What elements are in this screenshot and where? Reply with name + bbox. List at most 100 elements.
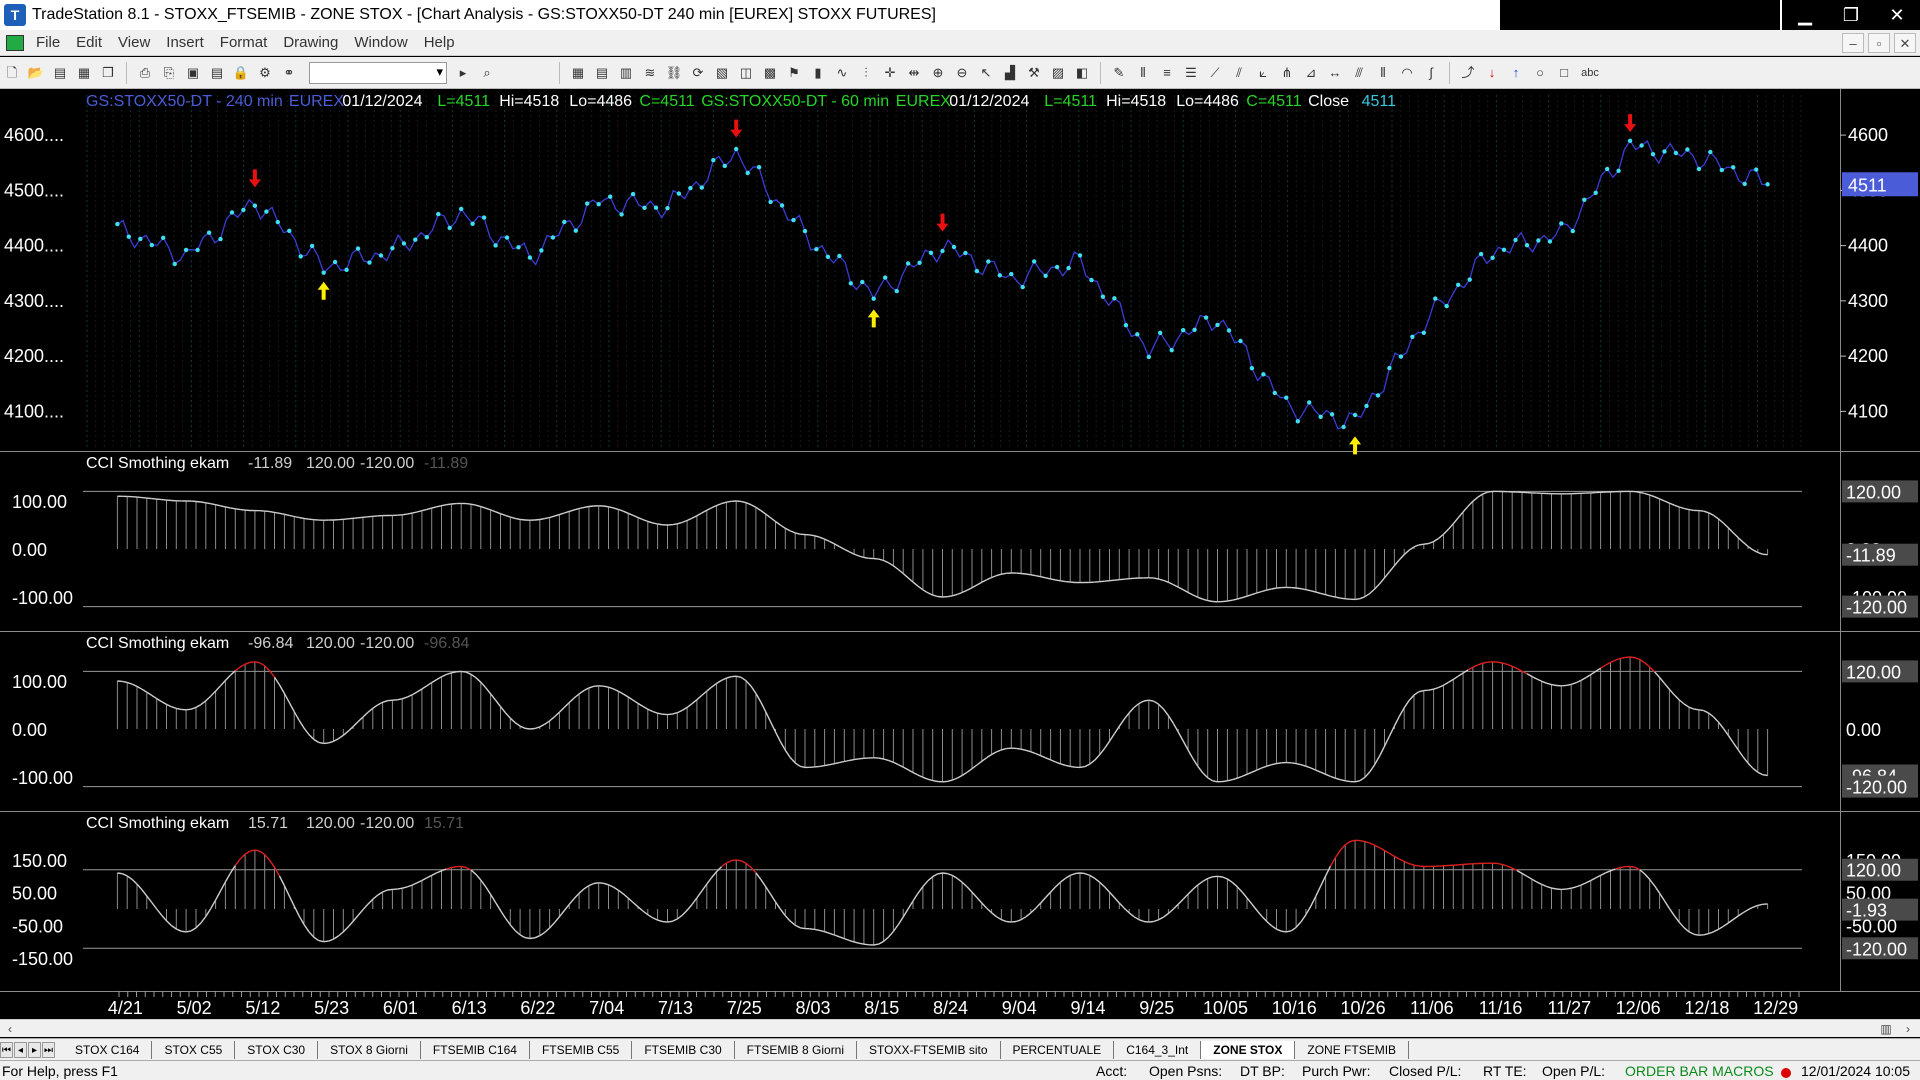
bar-chart-icon[interactable]: ▮ — [808, 63, 828, 83]
tab-4[interactable]: FTSEMIB C164 — [421, 1040, 530, 1059]
window-icon[interactable]: ◫ — [736, 63, 756, 83]
tab-12[interactable]: ZONE FTSEMIB — [1295, 1040, 1410, 1059]
tab-10[interactable]: C164_3_Int — [1114, 1040, 1202, 1059]
curve-icon[interactable]: ⤴ — [1458, 63, 1478, 83]
gann-fan-icon[interactable]: ⊿ — [1301, 63, 1321, 83]
tab-11[interactable]: ZONE STOX — [1201, 1040, 1296, 1059]
menu-drawing[interactable]: Drawing — [275, 34, 346, 51]
tab-8[interactable]: STOXX-FTSEMIB sito — [857, 1040, 1001, 1059]
menu-help[interactable]: Help — [416, 34, 463, 51]
tick-icon[interactable]: ⫶ — [856, 63, 876, 83]
next-tab-icon[interactable]: ▸ — [28, 1041, 41, 1058]
refresh-icon[interactable]: ⟳ — [688, 63, 708, 83]
print-preview-icon[interactable]: ⎘ — [159, 63, 179, 83]
open-icon[interactable]: 📂 — [26, 63, 46, 83]
arc-icon[interactable]: ◠ — [1397, 63, 1417, 83]
fib-icon[interactable]: ☰ — [1181, 63, 1201, 83]
tab-2[interactable]: STOX C30 — [235, 1040, 319, 1059]
cci-line-segment — [755, 872, 762, 880]
chart-style-icon[interactable]: ≋ — [640, 63, 660, 83]
cci-line-segment — [568, 509, 575, 513]
menu-view[interactable]: View — [110, 34, 158, 51]
tools-icon[interactable]: ⚒ — [1024, 63, 1044, 83]
first-tab-icon[interactable]: ⏮ — [0, 1041, 13, 1058]
last-tab-icon[interactable]: ⏭ — [42, 1041, 55, 1058]
pointer-icon[interactable]: ↖ — [976, 63, 996, 83]
table-icon[interactable]: ▤ — [592, 63, 612, 83]
horizontal-ray-icon[interactable]: ↔ — [1325, 63, 1345, 83]
text-tool-icon[interactable]: abc — [1578, 63, 1602, 83]
horizontal-lines-icon[interactable]: ≡ — [1157, 63, 1177, 83]
network-icon[interactable]: ⚭ — [279, 63, 299, 83]
status-macros[interactable]: ORDER BAR MACROS — [1625, 1063, 1774, 1079]
menu-insert[interactable]: Insert — [158, 34, 212, 51]
layout-icon[interactable]: ▧ — [712, 63, 732, 83]
play-icon[interactable]: ▸ — [453, 63, 473, 83]
freehand-icon[interactable]: ∫ — [1421, 63, 1441, 83]
properties-icon[interactable]: ◧ — [1072, 63, 1092, 83]
tab-6[interactable]: FTSEMIB C30 — [632, 1040, 735, 1059]
scroll-left-icon[interactable]: ‹ — [2, 1021, 18, 1037]
maximize-icon[interactable]: ❐ — [1828, 0, 1874, 30]
parallel-lines-icon[interactable]: ⫻ — [1349, 63, 1369, 83]
scroll-handle[interactable]: ▥ — [1878, 1021, 1894, 1037]
chart-canvas[interactable]: GS:STOXX50-DT - 240 min EUREX01/12/2024 L=… — [0, 89, 1920, 1019]
scroll-icon[interactable]: ⇹ — [904, 63, 924, 83]
tab-1[interactable]: STOX C55 — [152, 1040, 236, 1059]
save-icon[interactable]: ▤ — [50, 63, 70, 83]
trendline-icon[interactable]: ⟋ — [1205, 63, 1225, 83]
pitchfork-icon[interactable]: ⋔ — [1277, 63, 1297, 83]
arrow-down-icon[interactable]: ↓ — [1482, 63, 1502, 83]
vertical-lines-icon[interactable]: ⦀ — [1133, 63, 1153, 83]
arrow-up-icon[interactable]: ↑ — [1506, 63, 1526, 83]
cycle-lines-icon[interactable]: ⦀ — [1373, 63, 1393, 83]
chart-window-icon[interactable] — [6, 34, 24, 51]
doc-close-icon[interactable]: ✕ — [1894, 32, 1916, 53]
status-datetime: 12/01/2024 10:05 — [1801, 1063, 1910, 1079]
link-icon[interactable]: ⛓ — [664, 63, 684, 83]
print-icon[interactable]: ⎙ — [135, 63, 155, 83]
menu-window[interactable]: Window — [346, 34, 415, 51]
chart-window-icon[interactable]: ▣ — [183, 63, 203, 83]
search-icon[interactable]: ⌕ — [477, 63, 497, 83]
list-icon[interactable]: ▥ — [616, 63, 636, 83]
macro-icon[interactable]: ⚑ — [784, 63, 804, 83]
indicator-icon[interactable]: ∿ — [832, 63, 852, 83]
menu-format[interactable]: Format — [212, 34, 276, 51]
pencil-icon[interactable]: ✎ — [1109, 63, 1129, 83]
chart-scrollbar[interactable]: ‹ ▥ › — [0, 1019, 1920, 1037]
new-workspace-icon[interactable]: ▦ — [74, 63, 94, 83]
tab-7[interactable]: FTSEMIB 8 Giorni — [735, 1040, 858, 1059]
scroll-right-icon[interactable]: › — [1900, 1021, 1916, 1037]
minimize-icon[interactable]: ▁ — [1782, 0, 1828, 30]
close-icon[interactable]: ✕ — [1874, 0, 1920, 30]
cci-line-segment — [1477, 662, 1484, 666]
doc-restore-icon[interactable]: ▫ — [1868, 32, 1890, 53]
zoom-in-icon[interactable]: ⊕ — [928, 63, 948, 83]
menu-file[interactable]: File — [28, 34, 68, 51]
tab-3[interactable]: STOX 8 Giorni — [318, 1040, 421, 1059]
data-window-icon[interactable]: ▟ — [1000, 63, 1020, 83]
tab-5[interactable]: FTSEMIB C55 — [530, 1040, 633, 1059]
chart-area[interactable]: GS:STOXX50-DT - 240 min EUREX 01/12/2024 L=… — [0, 89, 1920, 1018]
symbol-combo[interactable] — [309, 61, 447, 84]
speed-lines-icon[interactable]: ⟀ — [1253, 63, 1273, 83]
format-icon[interactable]: ▨ — [1048, 63, 1068, 83]
lock-icon[interactable]: 🔒 — [231, 63, 251, 83]
grid-icon[interactable]: ▦ — [568, 63, 588, 83]
radar-icon[interactable]: ▤ — [207, 63, 227, 83]
doc-minimize-icon[interactable]: – — [1842, 32, 1864, 53]
menu-edit[interactable]: Edit — [68, 34, 110, 51]
zoom-out-icon[interactable]: ⊖ — [952, 63, 972, 83]
channel-icon[interactable]: ⫽ — [1229, 63, 1249, 83]
prev-tab-icon[interactable]: ◂ — [14, 1041, 27, 1058]
crosshair-icon[interactable]: ✛ — [880, 63, 900, 83]
copy-icon[interactable]: ❐ — [98, 63, 118, 83]
tab-9[interactable]: PERCENTUALE — [1001, 1040, 1115, 1059]
rectangle-icon[interactable]: □ — [1554, 63, 1574, 83]
strategy-icon[interactable]: ⚙ — [255, 63, 275, 83]
tab-0[interactable]: STOX C164 — [63, 1040, 153, 1059]
ellipse-icon[interactable]: ○ — [1530, 63, 1550, 83]
analysis-icon[interactable]: ▩ — [760, 63, 780, 83]
new-icon[interactable]: 🗋 — [2, 63, 22, 83]
